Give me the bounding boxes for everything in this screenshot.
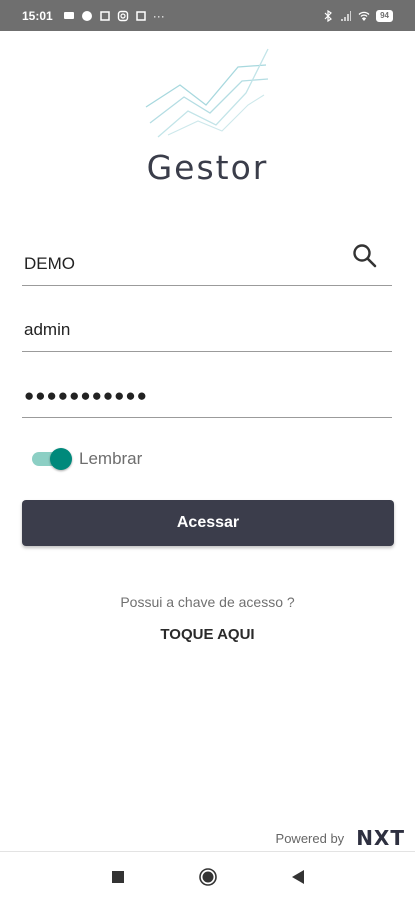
remember-row: Lembrar <box>30 447 142 471</box>
tap-here-link[interactable]: TOQUE AQUI <box>0 626 415 643</box>
remember-toggle[interactable] <box>30 447 72 471</box>
toggle-thumb <box>50 448 72 470</box>
remember-label: Lembrar <box>79 449 143 468</box>
back-button[interactable] <box>288 867 308 887</box>
status-bar-left: 15:01 ··· <box>22 9 165 23</box>
status-bar-right: 94 <box>322 9 393 22</box>
app-logo-chart-icon <box>145 48 269 138</box>
password-field-container: ●●●●●●●●●●● <box>22 377 392 418</box>
message-icon <box>63 11 74 19</box>
server-input[interactable] <box>22 245 392 283</box>
battery-icon: 94 <box>376 9 393 22</box>
system-nav-bar <box>0 851 415 901</box>
app-notification-icon-2 <box>135 10 146 21</box>
login-button[interactable]: Acessar <box>22 500 394 546</box>
app-notification-icon <box>99 10 110 21</box>
home-button[interactable] <box>198 867 218 887</box>
app-title: Gestor <box>146 148 269 187</box>
status-bar: 15:01 ··· 94 <box>0 0 415 31</box>
password-input[interactable]: ●●●●●●●●●●● <box>22 377 392 415</box>
recent-apps-button[interactable] <box>108 867 128 887</box>
home-circle-icon <box>198 867 217 886</box>
username-field-container <box>22 311 392 352</box>
powered-by-label: Powered by <box>275 830 345 846</box>
access-key-question: Possui a chave de acesso ? <box>120 594 295 610</box>
search-icon[interactable] <box>350 241 380 271</box>
bluetooth-icon <box>324 9 333 22</box>
signal-icon <box>341 10 352 21</box>
square-icon <box>111 870 124 883</box>
wifi-icon <box>358 11 370 21</box>
status-time: 15:01 <box>22 8 53 23</box>
instagram-icon <box>117 10 128 21</box>
vendor-logo: NXT <box>356 826 405 850</box>
powered-by: Powered by NXT <box>276 826 405 850</box>
more-notifications-icon: ··· <box>152 8 165 23</box>
facebook-icon <box>81 10 92 21</box>
back-triangle-icon <box>291 869 304 884</box>
username-input[interactable] <box>22 311 392 349</box>
server-field-container <box>22 244 392 286</box>
